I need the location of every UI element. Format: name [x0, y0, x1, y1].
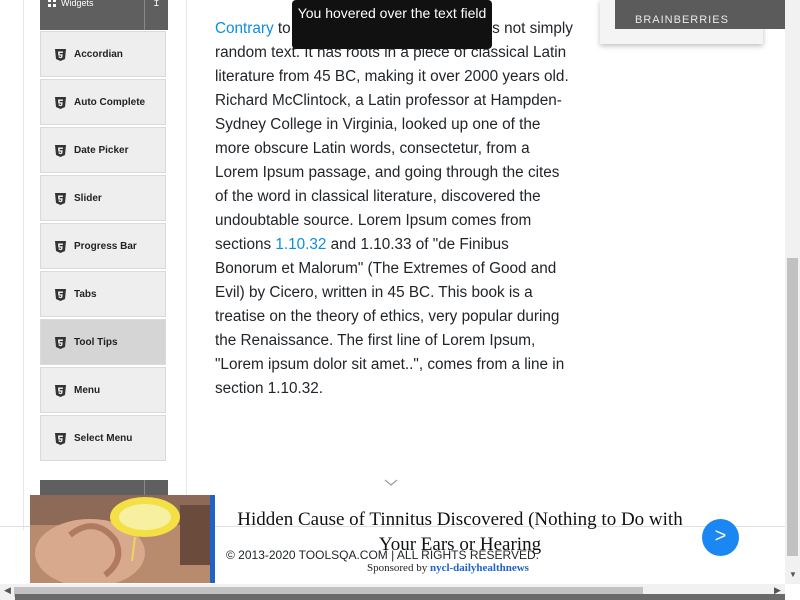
vertical-scrollbar[interactable]: ▼: [785, 0, 800, 584]
html5-icon: [55, 241, 66, 253]
section-link[interactable]: 1.10.32: [275, 236, 326, 253]
sidebar-item-select-menu[interactable]: Select Menu: [40, 415, 166, 461]
grid-icon: [48, 0, 56, 7]
sidebar-item-label: Tabs: [74, 289, 97, 300]
html5-icon: [55, 289, 66, 301]
collapse-icon[interactable]: ↥: [144, 0, 168, 30]
ad-accent-stripe: [210, 495, 215, 583]
ad-next-button[interactable]: >: [702, 519, 739, 556]
brainberries-widget[interactable]: BRAINBERRIES: [600, 0, 785, 44]
ad-image[interactable]: [30, 495, 210, 583]
html5-icon: [55, 193, 66, 205]
sidebar-item-label: Slider: [74, 193, 102, 204]
triangle-left-icon[interactable]: ◀: [4, 585, 11, 596]
article-text: Contrary to popular belief, Lorem Ipsum …: [215, 17, 575, 401]
html5-icon: [55, 97, 66, 109]
html5-icon: [55, 49, 66, 61]
html5-icon: [55, 337, 66, 349]
ad-sponsor-prefix: Sponsored by: [367, 562, 430, 574]
sidebar-group-widgets[interactable]: Widgets ↥: [40, 0, 168, 30]
sidebar-item-label: Progress Bar: [74, 241, 137, 252]
sidebar-item-label: Menu: [74, 385, 101, 396]
sidebar-item-tool-tips[interactable]: Tool Tips: [40, 319, 166, 365]
html5-icon: [55, 145, 66, 157]
html5-icon: [55, 385, 66, 397]
sidebar-item-slider[interactable]: Slider: [40, 175, 166, 221]
chevron-down-icon[interactable]: [384, 476, 398, 490]
ad-sponsor[interactable]: Sponsored by nycl-dailyhealthnews: [367, 562, 529, 574]
contrary-link[interactable]: Contrary: [215, 20, 274, 37]
sidebar-item-label: Auto Complete: [74, 97, 146, 108]
article-part-2: and 1.10.33 of "de Finibus Bonorum et Ma…: [215, 236, 565, 397]
vertical-scroll-thumb[interactable]: [787, 258, 798, 556]
html5-icon: [55, 433, 66, 445]
sidebar-menu: Accordian Auto Complete Date Picker Slider P…: [40, 31, 166, 463]
sidebar-item-label: Select Menu: [74, 433, 133, 444]
sidebar-item-accordian[interactable]: Accordian: [40, 31, 166, 77]
footer-bottom-bar: [15, 594, 785, 600]
sidebar-item-progress-bar[interactable]: Progress Bar: [40, 223, 166, 269]
sidebar-item-menu[interactable]: Menu: [40, 367, 166, 413]
sidebar-item-label: Tool Tips: [74, 337, 118, 348]
brainberries-label: BRAINBERRIES: [635, 14, 729, 26]
sidebar-group-label: Widgets: [61, 0, 94, 8]
sidebar-item-label: Date Picker: [74, 145, 129, 156]
ad-sponsor-name[interactable]: nycl-dailyhealthnews: [430, 562, 529, 574]
sidebar-item-date-picker[interactable]: Date Picker: [40, 127, 166, 173]
tooltip: You hovered over the text field: [292, 0, 492, 49]
advertisement-banner[interactable]: Hidden Cause of Tinnitus Discovered (Not…: [30, 495, 785, 584]
sidebar-item-auto-complete[interactable]: Auto Complete: [40, 79, 166, 125]
sidebar-item-tabs[interactable]: Tabs: [40, 271, 166, 317]
ad-headline[interactable]: Hidden Cause of Tinnitus Discovered (Not…: [235, 507, 685, 557]
triangle-down-icon[interactable]: ▼: [789, 570, 797, 579]
sidebar-item-label: Accordian: [74, 49, 123, 60]
article-part-1: to popular belief, Lorem Ipsum is not si…: [215, 20, 573, 253]
